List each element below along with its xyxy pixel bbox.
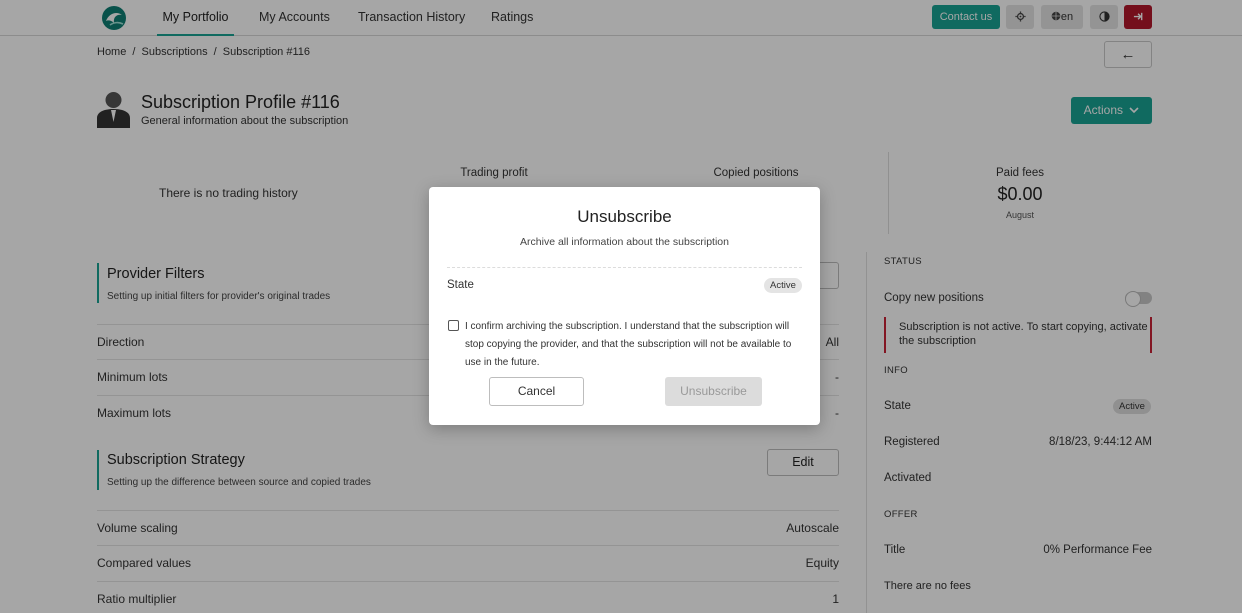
status-badge: Active <box>764 278 802 293</box>
cancel-button[interactable]: Cancel <box>489 377 584 406</box>
dialog-divider <box>447 267 802 268</box>
unsubscribe-button[interactable]: Unsubscribe <box>665 377 762 406</box>
confirm-text[interactable]: I confirm archiving the subscription. I … <box>465 318 800 372</box>
unsubscribe-dialog: Unsubscribe Archive all information abou… <box>429 187 820 425</box>
dialog-title: Unsubscribe <box>577 207 672 226</box>
dialog-state-label: State <box>447 279 474 291</box>
confirm-checkbox[interactable] <box>448 320 459 331</box>
dialog-subtitle: Archive all information about the subscr… <box>520 236 729 248</box>
